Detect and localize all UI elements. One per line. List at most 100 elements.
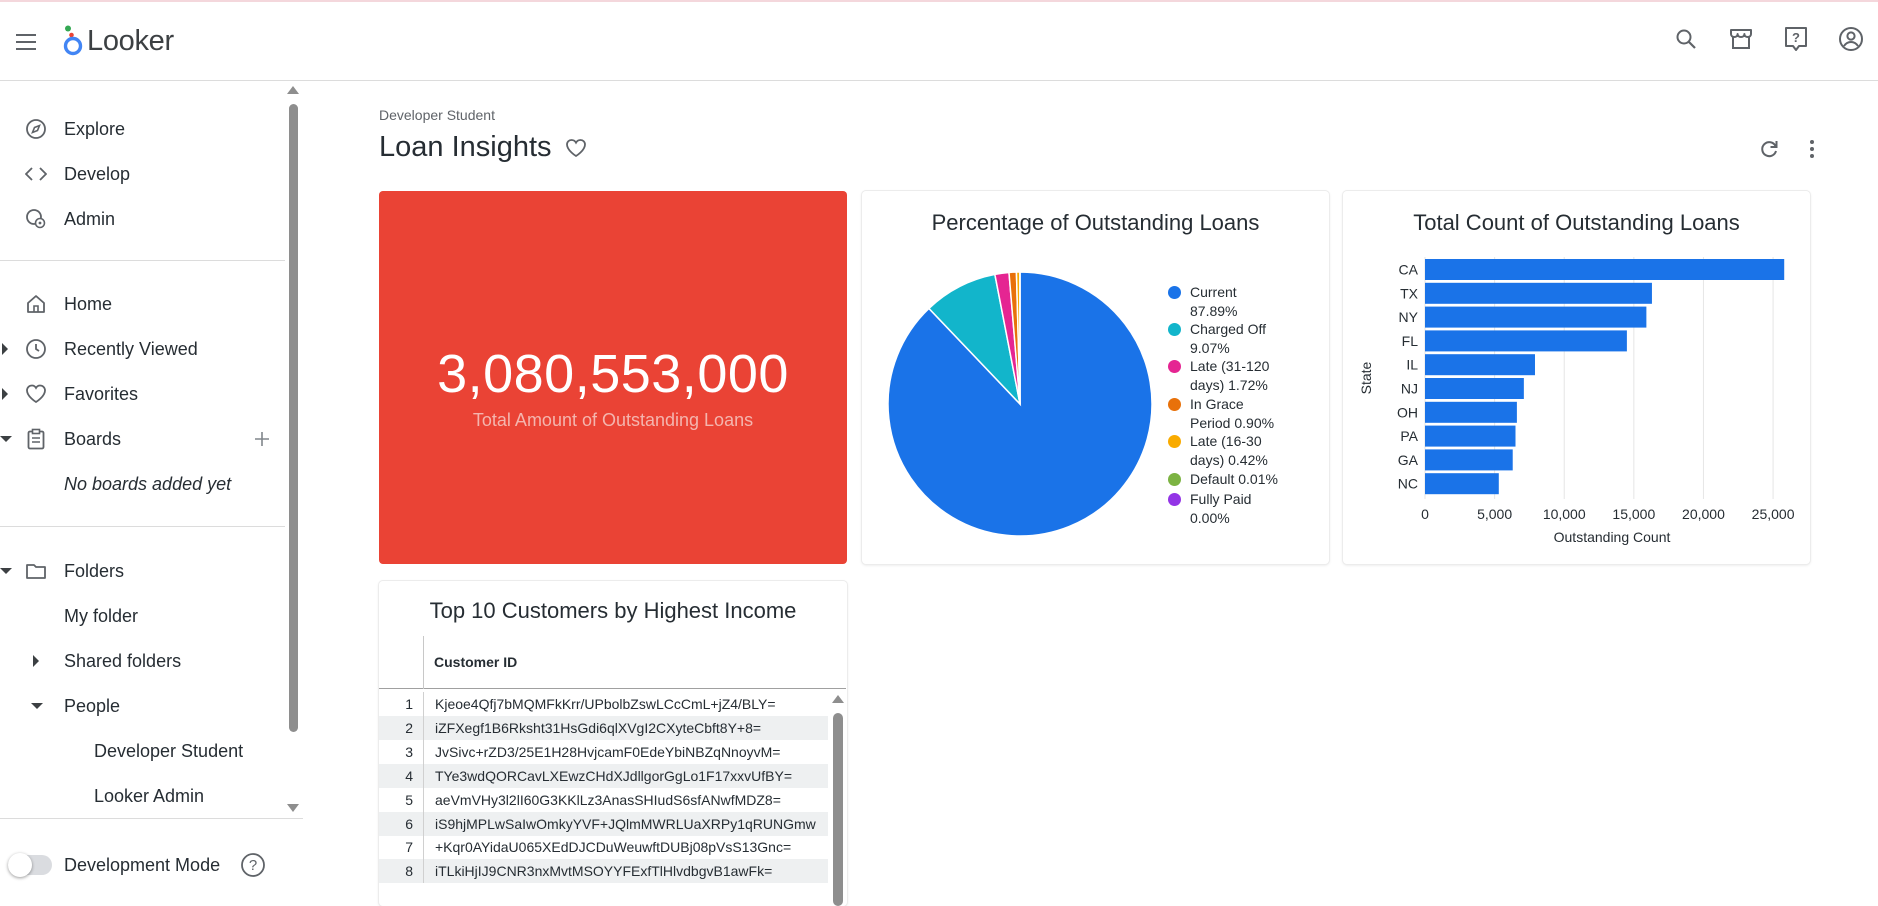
home-icon (27, 295, 45, 313)
table-row[interactable]: 3 JvSivc+rZD3/25E1H28HvjcamF0EdeYbiNBZqNn… (379, 739, 828, 764)
sidebar-item-admin[interactable]: Admin (0, 199, 285, 239)
sidebar-item-develop[interactable]: Develop (0, 154, 285, 194)
legend-item[interactable]: Late (31-120 days) 1.72% (1168, 357, 1320, 394)
x-tick-label: 5,000 (1477, 506, 1512, 522)
more-options-icon[interactable] (1802, 138, 1822, 160)
table-scroll-up[interactable] (832, 695, 844, 703)
legend-dot (1168, 323, 1181, 336)
table-row[interactable]: 2 iZFXegf1B6Rksht31HsGdi6qlXVgI2CXyteCbft… (379, 715, 828, 740)
collapse-caret-icon[interactable] (0, 568, 12, 574)
help-circle-icon[interactable]: ? (240, 852, 266, 878)
pie-chart-title: Percentage of Outstanding Loans (931, 210, 1260, 235)
sidebar-item-label: Boards (64, 428, 122, 449)
table-scrollbar[interactable] (833, 713, 843, 906)
development-mode-label: Development Mode (64, 855, 221, 875)
expand-caret-icon[interactable] (2, 388, 8, 400)
customer-id-cell[interactable]: aeVmVHy3l2lI60G3KKlLz3AnasSHIudS6sfANwfM… (435, 792, 781, 808)
expand-caret-icon[interactable] (33, 655, 39, 667)
x-tick-label: 15,000 (1612, 506, 1655, 522)
column-header-customer-id[interactable]: Customer ID (434, 654, 517, 670)
breadcrumb[interactable]: Developer Student (379, 107, 495, 123)
customer-id-cell[interactable]: iTLkiHjIJ9CNR3nxMvtMSOYYFExfTlHlvdbgvB1a… (435, 863, 772, 879)
sidebar-scroll-down[interactable] (287, 804, 299, 812)
legend-dot (1168, 286, 1181, 299)
collapse-caret-icon[interactable] (31, 703, 43, 709)
customer-id-cell[interactable]: Kjeoe4Qfj7bMQMFkKrr/UPbolbZswLCcCmL+jZ4/… (435, 696, 776, 712)
sidebar-item-home[interactable]: Home (0, 284, 285, 324)
legend-item[interactable]: Default 0.01% (1168, 470, 1320, 489)
customer-id-cell[interactable]: +Kqr0AYidaU065XEdDJCDuWeuwftDUBj08pVsS13… (435, 839, 791, 855)
legend-item[interactable]: Current 87.89% (1168, 283, 1320, 320)
sidebar-item-boards[interactable]: Boards (0, 419, 285, 459)
sidebar-item-label: Home (64, 293, 113, 314)
legend-item[interactable]: Late (16-30 days) 0.42% (1168, 432, 1320, 469)
legend-item[interactable]: In Grace Period 0.90% (1168, 395, 1320, 432)
customer-id-cell[interactable]: iS9hjMPLwSaIwOmkyYVF+JQlmMWRLUaXRPy1qRUN… (435, 816, 816, 832)
table-row[interactable]: 5 aeVmVHy3l2lI60G3KKlLz3AnasSHIudS6sfANwf… (379, 787, 828, 812)
sidebar-item-explore[interactable]: Explore (0, 109, 285, 149)
sidebar-scroll-up[interactable] (287, 86, 299, 94)
y-tick-label: IL (1406, 357, 1418, 373)
kpi-tile[interactable]: 3,080,553,000 Total Amount of Outstandin… (379, 191, 847, 564)
sidebar-item-developer-student[interactable]: Developer Student (0, 731, 285, 771)
legend-item[interactable]: Charged Off 9.07% (1168, 320, 1320, 357)
column-separator (423, 692, 424, 716)
y-tick-label: NC (1398, 476, 1418, 492)
bar-tx[interactable] (1425, 282, 1652, 304)
y-tick-label: OH (1397, 404, 1418, 420)
bar-ny[interactable] (1425, 306, 1647, 328)
table-row[interactable]: 8 iTLkiHjIJ9CNR3nxMvtMSOYYFExfTlHlvdbgvB1… (379, 859, 828, 884)
sidebar-divider (0, 260, 285, 261)
no-boards-message: No boards added yet (64, 474, 232, 494)
sidebar-item-folders[interactable]: Folders (0, 551, 285, 591)
customer-id-cell[interactable]: TYe3wdQORCavLXEwzCHdXJdllgorGgLo1F17xxvU… (435, 768, 792, 784)
table-row[interactable]: 4 TYe3wdQORCavLXEwzCHdXJdllgorGgLo1F17xxv… (379, 763, 828, 788)
bar-pa[interactable] (1425, 425, 1516, 447)
sidebar-item-label: Develop (64, 163, 131, 184)
row-number: 2 (405, 719, 413, 736)
legend-label: Charged Off (1190, 321, 1267, 337)
bar-nj[interactable] (1425, 378, 1524, 399)
legend-label: Current (1190, 284, 1237, 300)
bar-fl[interactable] (1425, 330, 1627, 352)
bar-ga[interactable] (1425, 449, 1513, 471)
toggle-knob (8, 853, 32, 877)
marketplace-icon[interactable] (1728, 26, 1754, 52)
expand-caret-icon[interactable] (2, 343, 8, 355)
sidebar-item-people[interactable]: People (0, 686, 285, 726)
legend-label: In Grace (1190, 396, 1244, 412)
sidebar-item-shared-folders[interactable]: Shared folders (0, 641, 285, 681)
sidebar-item-recently-viewed[interactable]: Recently Viewed (0, 329, 285, 369)
favorite-heart-icon[interactable] (564, 136, 588, 160)
sidebar-item-favorites[interactable]: Favorites (0, 374, 285, 414)
account-icon[interactable] (1838, 26, 1864, 52)
development-mode-toggle[interactable] (8, 853, 52, 877)
customer-id-cell[interactable]: iZFXegf1B6Rksht31HsGdi6qlXVgI2CXyteCbft8… (435, 720, 761, 736)
bar-ca[interactable] (1425, 259, 1785, 280)
search-icon[interactable] (1673, 26, 1699, 52)
table-row[interactable]: 1 Kjeoe4Qfj7bMQMFkKrr/UPbolbZswLCcCmL+jZ4… (379, 692, 828, 716)
admin-icon (26, 209, 46, 229)
refresh-icon[interactable] (1758, 138, 1780, 160)
x-tick-label: 25,000 (1752, 506, 1795, 522)
looker-logo[interactable]: Looker (62, 24, 174, 58)
table-row[interactable]: 6 iS9hjMPLwSaIwOmkyYVF+JQlmMWRLUaXRPy1qRU… (379, 811, 828, 836)
pie-chart[interactable] (880, 264, 1160, 544)
bar-oh[interactable] (1425, 401, 1517, 423)
add-board-icon[interactable] (254, 431, 270, 447)
legend-item[interactable]: Fully Paid 0.00% (1168, 490, 1320, 527)
app-name: Looker (87, 24, 174, 57)
sidebar-item-my-folder[interactable]: My folder (0, 596, 285, 636)
bar-il[interactable] (1425, 354, 1535, 376)
sidebar-scrollbar[interactable] (289, 104, 298, 732)
help-icon[interactable]: ? (1783, 26, 1809, 52)
row-number: 6 (405, 815, 413, 832)
customer-id-cell[interactable]: JvSivc+rZD3/25E1H28HvjcamF0EdeYbiNBZqNno… (435, 744, 780, 760)
table-row[interactable]: 7 +Kqr0AYidaU065XEdDJCDuWeuwftDUBj08pVsS1… (379, 835, 828, 860)
bar-nc[interactable] (1425, 473, 1499, 495)
collapse-caret-icon[interactable] (0, 436, 12, 442)
sidebar-item-looker-admin[interactable]: Looker Admin (0, 776, 285, 816)
column-separator (423, 636, 424, 689)
bar-chart[interactable]: 0 5,000 10,000 15,000 20,000 25,000 CA TX NY FL IL… (1343, 250, 1810, 560)
menu-icon[interactable] (14, 30, 38, 54)
